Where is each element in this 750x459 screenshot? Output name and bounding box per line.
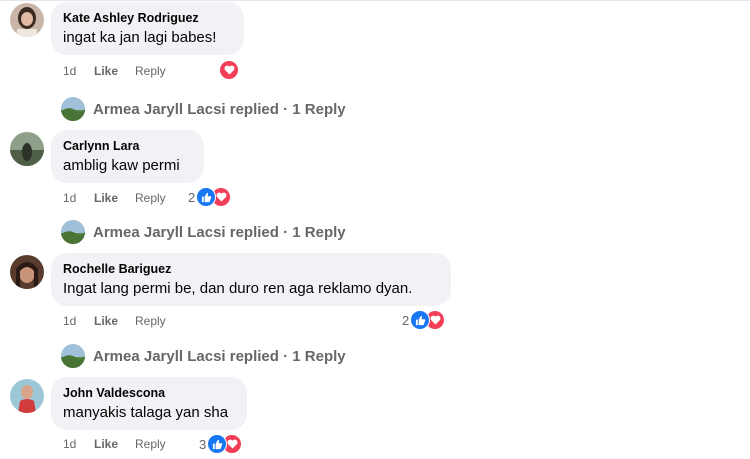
love-reaction-icon	[219, 60, 239, 80]
reaction-count: 2	[188, 189, 196, 205]
comment-time[interactable]: 1d	[63, 64, 76, 78]
replies-text[interactable]: Armea Jaryll Lacsi replied · 1 Reply	[93, 101, 346, 118]
top-divider	[0, 0, 750, 1]
comment-author[interactable]: Carlynn Lara	[63, 138, 192, 154]
reaction-summary[interactable]: 2	[188, 187, 232, 207]
comment-bubble: Rochelle Bariguez Ingat lang permi be, d…	[51, 253, 451, 306]
replies-text[interactable]: Armea Jaryll Lacsi replied · 1 Reply	[93, 348, 346, 365]
comment-bubble: Kate Ashley Rodriguez ingat ka jan lagi …	[51, 2, 244, 55]
reaction-count: 2	[402, 312, 410, 328]
reply-button[interactable]: Reply	[135, 437, 166, 451]
comment-time[interactable]: 1d	[63, 314, 76, 328]
avatar[interactable]	[10, 255, 44, 289]
replies-text[interactable]: Armea Jaryll Lacsi replied · 1 Reply	[93, 224, 346, 241]
avatar[interactable]	[10, 3, 44, 37]
view-replies-link[interactable]: Armea Jaryll Lacsi replied · 1 Reply	[61, 344, 346, 368]
reaction-summary[interactable]: 2	[402, 310, 446, 330]
reaction-summary[interactable]	[218, 60, 239, 80]
like-button[interactable]: Like	[94, 437, 118, 451]
comment-text: ingat ka jan lagi babes!	[63, 29, 217, 46]
reply-button[interactable]: Reply	[135, 314, 166, 328]
replier-avatar	[61, 220, 85, 244]
comment-author[interactable]: Kate Ashley Rodriguez	[63, 10, 232, 26]
reply-button[interactable]: Reply	[135, 64, 166, 78]
comment-author[interactable]: John Valdescona	[63, 385, 235, 401]
view-replies-link[interactable]: Armea Jaryll Lacsi replied · 1 Reply	[61, 97, 346, 121]
reply-button[interactable]: Reply	[135, 191, 166, 205]
avatar[interactable]	[10, 132, 44, 166]
comment-text: manyakis talaga yan sha	[63, 404, 229, 421]
view-replies-link[interactable]: Armea Jaryll Lacsi replied · 1 Reply	[61, 220, 346, 244]
like-button[interactable]: Like	[94, 191, 118, 205]
reaction-summary[interactable]: 3	[199, 434, 243, 454]
comment-time[interactable]: 1d	[63, 437, 76, 451]
comment-text: amblig kaw permi	[63, 157, 180, 174]
comment-bubble: John Valdescona manyakis talaga yan sha	[51, 377, 247, 430]
comment-bubble: Carlynn Lara amblig kaw permi	[51, 130, 204, 183]
comment-author[interactable]: Rochelle Bariguez	[63, 261, 439, 277]
avatar[interactable]	[10, 379, 44, 413]
like-button[interactable]: Like	[94, 314, 118, 328]
replier-avatar	[61, 97, 85, 121]
replier-avatar	[61, 344, 85, 368]
comment-time[interactable]: 1d	[63, 191, 76, 205]
like-button[interactable]: Like	[94, 64, 118, 78]
reaction-count: 3	[199, 436, 207, 452]
comment-text: Ingat lang permi be, dan duro ren aga re…	[63, 280, 413, 297]
